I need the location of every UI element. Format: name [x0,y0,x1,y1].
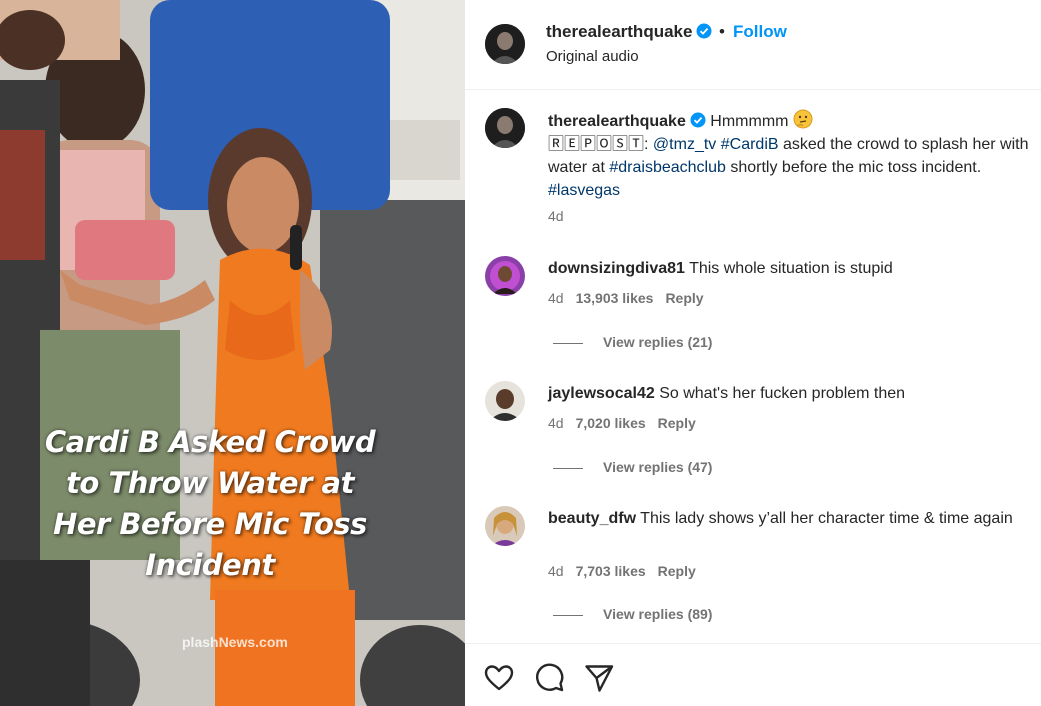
commenter-avatar[interactable] [485,381,525,421]
follow-button[interactable]: Follow [733,22,787,42]
post-media[interactable]: Cardi B Asked Crowd to Throw Water at He… [0,0,465,706]
post-header: therealearthquake • Follow Original audi… [465,0,1041,90]
description-text-end: shortly before the mic toss incident. [730,159,982,176]
verified-badge-icon [696,23,712,39]
repost-colon: : [644,136,649,153]
hashtag-link[interactable]: #CardiB [721,136,779,153]
repost-tag: 🅁🄴🄿🄾🅂🅃 [548,136,645,153]
comment-age[interactable]: 4d [548,563,564,579]
action-bar [465,643,1041,706]
view-replies-label[interactable]: View replies (89) [603,606,712,622]
comment-age[interactable]: 4d [548,290,564,306]
post-side-panel: therealearthquake • Follow Original audi… [465,0,1041,706]
video-frame-image [0,0,465,706]
comment-username[interactable]: jaylewsocal42 [548,385,655,402]
divider-line [553,467,583,469]
description-username[interactable]: therealearthquake [548,113,686,130]
verified-badge-icon [690,112,706,128]
author-avatar[interactable] [485,108,525,148]
caption-line: Cardi B Asked Crowd [44,425,376,459]
video-caption-overlay: Cardi B Asked Crowd to Throw Water at He… [0,422,420,586]
comment-content: This lady shows y’all her character time… [640,510,1013,527]
comment-likes[interactable]: 7,703 likes [576,563,646,579]
comment-meta: 4d 7,020 likes Reply [548,415,696,431]
author-username[interactable]: therealearthquake [546,22,712,42]
paper-plane-icon[interactable] [583,662,615,694]
comment-meta: 4d 13,903 likes Reply [548,290,704,306]
commenter-avatar[interactable] [485,256,525,296]
divider-line [553,614,583,616]
mention-link[interactable]: @tmz_tv [653,136,716,153]
separator-dot: • [719,22,725,41]
description-hmm: Hmmmmm [710,113,789,130]
view-replies-button[interactable]: View replies (47) [553,459,712,475]
comment-text: jaylewsocal42 So what's her fucken probl… [548,382,1038,405]
hashtag-link[interactable]: #lasvegas [548,182,620,199]
thinking-face-emoji-icon [793,109,812,129]
caption-line: to Throw Water at [66,466,354,500]
comment-likes[interactable]: 13,903 likes [576,290,654,306]
hashtag-link[interactable]: #draisbeachclub [609,159,726,176]
reply-button[interactable]: Reply [658,415,696,431]
reply-button[interactable]: Reply [658,563,696,579]
comment-content: This whole situation is stupid [689,260,893,277]
heart-icon[interactable] [483,662,515,694]
view-replies-label[interactable]: View replies (47) [603,459,712,475]
audio-label[interactable]: Original audio [546,48,639,65]
author-avatar[interactable] [485,24,525,64]
view-replies-label[interactable]: View replies (21) [603,334,712,350]
comment-likes[interactable]: 7,020 likes [576,415,646,431]
description-meta: 4d [548,208,564,224]
comment-username[interactable]: downsizingdiva81 [548,260,685,277]
description-text: therealearthquake Hmmmmm 🅁🄴🄿🄾🅂🅃: @tmz_tv… [548,109,1038,202]
comment-icon[interactable] [533,662,565,694]
caption-line: Her Before Mic Toss [53,507,367,541]
comment-content: So what's her fucken problem then [659,385,906,402]
commenter-avatar[interactable] [485,506,525,546]
comment-age[interactable]: 4d [548,415,564,431]
caption-line: Incident [145,548,275,582]
description-age[interactable]: 4d [548,208,564,224]
comment-meta: 4d 7,703 likes Reply [548,563,696,579]
divider-line [553,342,583,344]
author-username-text[interactable]: therealearthquake [546,22,692,41]
comment-text: beauty_dfw This lady shows y’all her cha… [548,507,1038,530]
comment-username[interactable]: beauty_dfw [548,510,636,527]
reply-button[interactable]: Reply [665,290,703,306]
view-replies-button[interactable]: View replies (21) [553,334,712,350]
watermark: plashNews.com [182,634,288,650]
comment-text: downsizingdiva81 This whole situation is… [548,257,1038,280]
view-replies-button[interactable]: View replies (89) [553,606,712,622]
